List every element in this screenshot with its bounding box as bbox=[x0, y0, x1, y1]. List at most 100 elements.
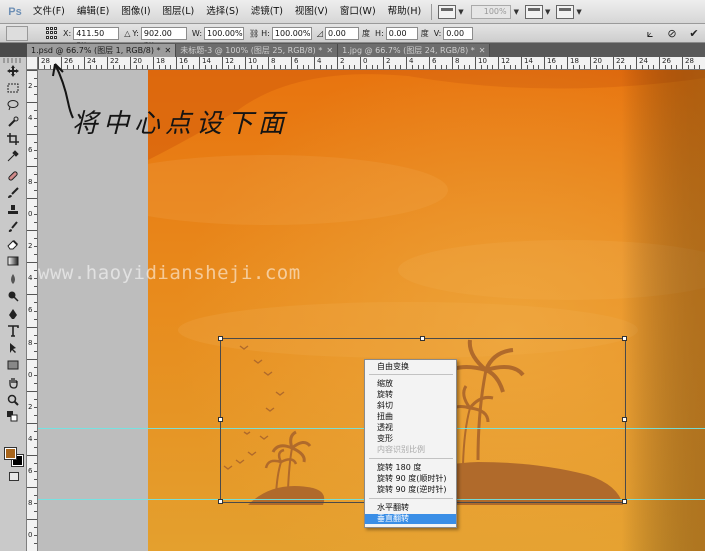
chevron-down-icon[interactable]: ▼ bbox=[458, 8, 463, 16]
arrange-documents-icon[interactable] bbox=[525, 4, 543, 19]
menu-item-rotate[interactable]: 旋转 bbox=[365, 390, 456, 400]
transform-handle-top-left[interactable] bbox=[218, 336, 223, 341]
transform-handle-right[interactable] bbox=[622, 417, 627, 422]
menu-item-flip-horizontal[interactable]: 水平翻转 bbox=[365, 503, 456, 513]
lasso-tool-icon[interactable] bbox=[7, 99, 19, 111]
transform-handle-top-right[interactable] bbox=[622, 336, 627, 341]
menu-select[interactable]: 选择(S) bbox=[200, 0, 244, 24]
chevron-down-icon[interactable]: ▼ bbox=[576, 8, 581, 16]
gradient-tool-icon[interactable] bbox=[7, 255, 19, 267]
reset-colors-icon[interactable] bbox=[7, 411, 19, 423]
rotation-angle-field[interactable]: 0.00 bbox=[325, 26, 360, 40]
marquee-tool-icon[interactable] bbox=[7, 82, 19, 94]
quick-selection-tool-icon[interactable] bbox=[7, 116, 19, 128]
path-selection-tool-icon[interactable] bbox=[7, 342, 19, 354]
type-tool-icon[interactable] bbox=[7, 325, 19, 337]
hand-tool-icon[interactable] bbox=[7, 377, 19, 389]
menu-item-scale[interactable]: 缩放 bbox=[365, 379, 456, 389]
menu-edit[interactable]: 编辑(E) bbox=[71, 0, 115, 24]
ruler-tick-label: 12 bbox=[501, 57, 510, 65]
tool-preset-picker[interactable] bbox=[6, 25, 28, 41]
ruler-tick bbox=[693, 65, 695, 69]
horizontal-ruler[interactable]: 28 26 24 22 20 18 16 14 12 10 8 6 4 2 0 2 4 6 8 10 12 14 16 18 2… bbox=[38, 57, 705, 70]
eraser-tool-icon[interactable] bbox=[7, 238, 19, 250]
zoom-tool-icon[interactable] bbox=[7, 394, 19, 406]
x-position-field[interactable]: 411.50 px bbox=[73, 26, 120, 49]
zoom-level-field[interactable]: 100% bbox=[470, 4, 511, 19]
ruler-tick-label: 2 bbox=[386, 57, 391, 65]
y-position-field[interactable]: 902.00 px bbox=[140, 26, 187, 49]
ruler-tick bbox=[291, 57, 292, 69]
menu-item-rotate-90-cw[interactable]: 旋转 90 度(顺时针) bbox=[365, 474, 456, 484]
menu-item-warp[interactable]: 变形 bbox=[365, 434, 456, 444]
menu-layer[interactable]: 图层(L) bbox=[157, 0, 201, 24]
transform-handle-left[interactable] bbox=[218, 417, 223, 422]
foreground-color-swatch[interactable] bbox=[4, 447, 17, 460]
menu-item-free-transform[interactable]: 自由变换 bbox=[365, 362, 456, 372]
chevron-down-icon[interactable]: ▼ bbox=[514, 8, 519, 16]
ruler-origin[interactable] bbox=[27, 57, 38, 70]
quick-mask-icon[interactable] bbox=[9, 472, 19, 481]
tab-label: 未标题-3 @ 100% (图层 25, RGB/8) * bbox=[180, 46, 323, 55]
vertical-ruler[interactable]: 2 4 6 8 0 2 4 6 8 0 2 4 6 8 0 bbox=[27, 70, 38, 551]
screen-mode-icon[interactable] bbox=[438, 4, 457, 19]
menu-item-flip-vertical[interactable]: 垂直翻转 bbox=[365, 514, 456, 524]
ruler-tick bbox=[578, 65, 580, 69]
menu-item-rotate-90-ccw[interactable]: 旋转 90 度(逆时针) bbox=[365, 485, 456, 495]
pen-tool-icon[interactable] bbox=[7, 308, 19, 320]
close-icon[interactable]: ✕ bbox=[326, 44, 333, 57]
ruler-tick bbox=[250, 65, 252, 69]
options-bar: X: 411.50 px △ Y: 902.00 px W: 100.00% ⛓… bbox=[0, 24, 705, 49]
ruler-tick bbox=[394, 65, 396, 69]
eyedropper-tool-icon[interactable] bbox=[7, 150, 19, 162]
ruler-tick bbox=[34, 446, 37, 448]
close-icon[interactable]: ✕ bbox=[479, 44, 486, 57]
vertical-skew-field[interactable]: 0.00 bbox=[443, 26, 474, 40]
close-icon[interactable]: ✕ bbox=[165, 44, 172, 57]
ruler-tick-label: 8 bbox=[28, 338, 33, 347]
menu-view[interactable]: 视图(V) bbox=[289, 0, 334, 24]
panel-grip[interactable] bbox=[3, 58, 23, 63]
menu-item-rotate-180[interactable]: 旋转 180 度 bbox=[365, 463, 456, 473]
transform-handle-bottom-left[interactable] bbox=[218, 499, 223, 504]
dodge-tool-icon[interactable] bbox=[7, 290, 19, 302]
menu-window[interactable]: 窗口(W) bbox=[334, 0, 382, 24]
menu-item-perspective[interactable]: 透视 bbox=[365, 423, 456, 433]
menu-file[interactable]: 文件(F) bbox=[27, 0, 71, 24]
blur-tool-icon[interactable] bbox=[7, 273, 19, 285]
commit-transform-icon[interactable]: ✔ bbox=[686, 27, 702, 41]
rectangle-tool-icon[interactable] bbox=[7, 359, 19, 371]
ruler-tick bbox=[34, 182, 37, 184]
ruler-tick bbox=[34, 86, 37, 88]
menu-item-skew[interactable]: 斜切 bbox=[365, 401, 456, 411]
menu-filter[interactable]: 滤镜(T) bbox=[245, 0, 289, 24]
tab-1-psd[interactable]: 1.psd @ 66.7% (图层 1, RGB/8) * ✕ bbox=[27, 44, 177, 57]
history-brush-tool-icon[interactable] bbox=[7, 221, 19, 233]
brush-tool-icon[interactable] bbox=[7, 187, 19, 199]
menu-help[interactable]: 帮助(H) bbox=[382, 0, 428, 24]
menu-image[interactable]: 图像(I) bbox=[115, 0, 156, 24]
reference-point-grid[interactable] bbox=[46, 27, 58, 39]
chevron-down-icon[interactable]: ▼ bbox=[545, 8, 550, 16]
tab-1-jpg[interactable]: 1.jpg @ 66.7% (图层 24, RGB/8) * ✕ bbox=[338, 44, 491, 57]
clone-stamp-tool-icon[interactable] bbox=[7, 204, 19, 216]
ruler-tick bbox=[440, 65, 442, 69]
width-scale-field[interactable]: 100.00% bbox=[204, 26, 245, 40]
healing-brush-tool-icon[interactable] bbox=[7, 170, 19, 182]
ruler-tick bbox=[245, 57, 246, 69]
crop-tool-icon[interactable] bbox=[7, 133, 19, 145]
ruler-tick bbox=[233, 65, 235, 69]
workspace-icon[interactable] bbox=[556, 4, 575, 19]
warp-mode-icon[interactable]: ⟀ bbox=[642, 27, 658, 41]
transform-handle-bottom-right[interactable] bbox=[622, 499, 627, 504]
cancel-transform-icon[interactable]: ⊘ bbox=[664, 27, 680, 41]
horizontal-skew-field[interactable]: 0.00 bbox=[385, 26, 418, 40]
menu-item-distort[interactable]: 扭曲 bbox=[365, 412, 456, 422]
ruler-tick bbox=[34, 94, 37, 96]
move-tool-icon[interactable] bbox=[7, 65, 19, 77]
tab-untitled-3[interactable]: 未标题-3 @ 100% (图层 25, RGB/8) * ✕ bbox=[176, 44, 339, 57]
ruler-tick-label: 4 bbox=[409, 57, 414, 65]
transform-handle-top[interactable] bbox=[420, 336, 425, 341]
height-scale-field[interactable]: 100.00% bbox=[271, 26, 312, 40]
link-icon[interactable]: ⛓ bbox=[249, 29, 259, 38]
